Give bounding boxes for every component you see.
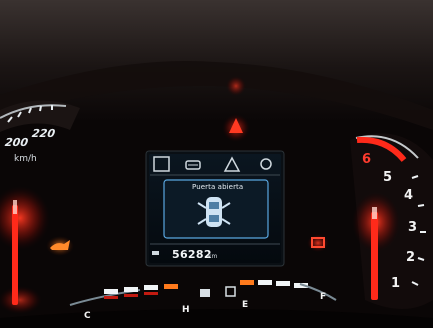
rpm-needle [371, 212, 378, 300]
rpm-tick-5: 5 [383, 170, 393, 185]
rpm-tick-2: 2 [406, 250, 416, 265]
speed-unit-label: km/h [14, 154, 37, 164]
rpm-tick-4: 4 [404, 188, 414, 203]
rpm-tick-3: 3 [408, 220, 418, 235]
fuel-full-label: F [320, 292, 327, 302]
fuel-empty-label: E [242, 300, 249, 310]
speedo-tick-220: 220 [31, 127, 56, 140]
odometer-value: 56282 [172, 248, 212, 261]
fuel-pump-icon [200, 289, 210, 297]
rpm-tick-6: 6 [362, 152, 372, 167]
temp-hot-label: H [182, 305, 190, 315]
trip-icon [152, 251, 159, 255]
rpm-tick-1: 1 [391, 276, 401, 291]
odometer-unit: km [208, 253, 218, 260]
speed-needle [12, 205, 18, 305]
door-open-message: Puerta abierta [192, 183, 244, 191]
instrument-cluster-photo: 220 200 km/h 6 5 4 3 2 1 Puerta abierta … [0, 0, 433, 328]
temp-cold-label: C [84, 311, 91, 321]
speedo-tick-200: 200 [4, 136, 29, 149]
